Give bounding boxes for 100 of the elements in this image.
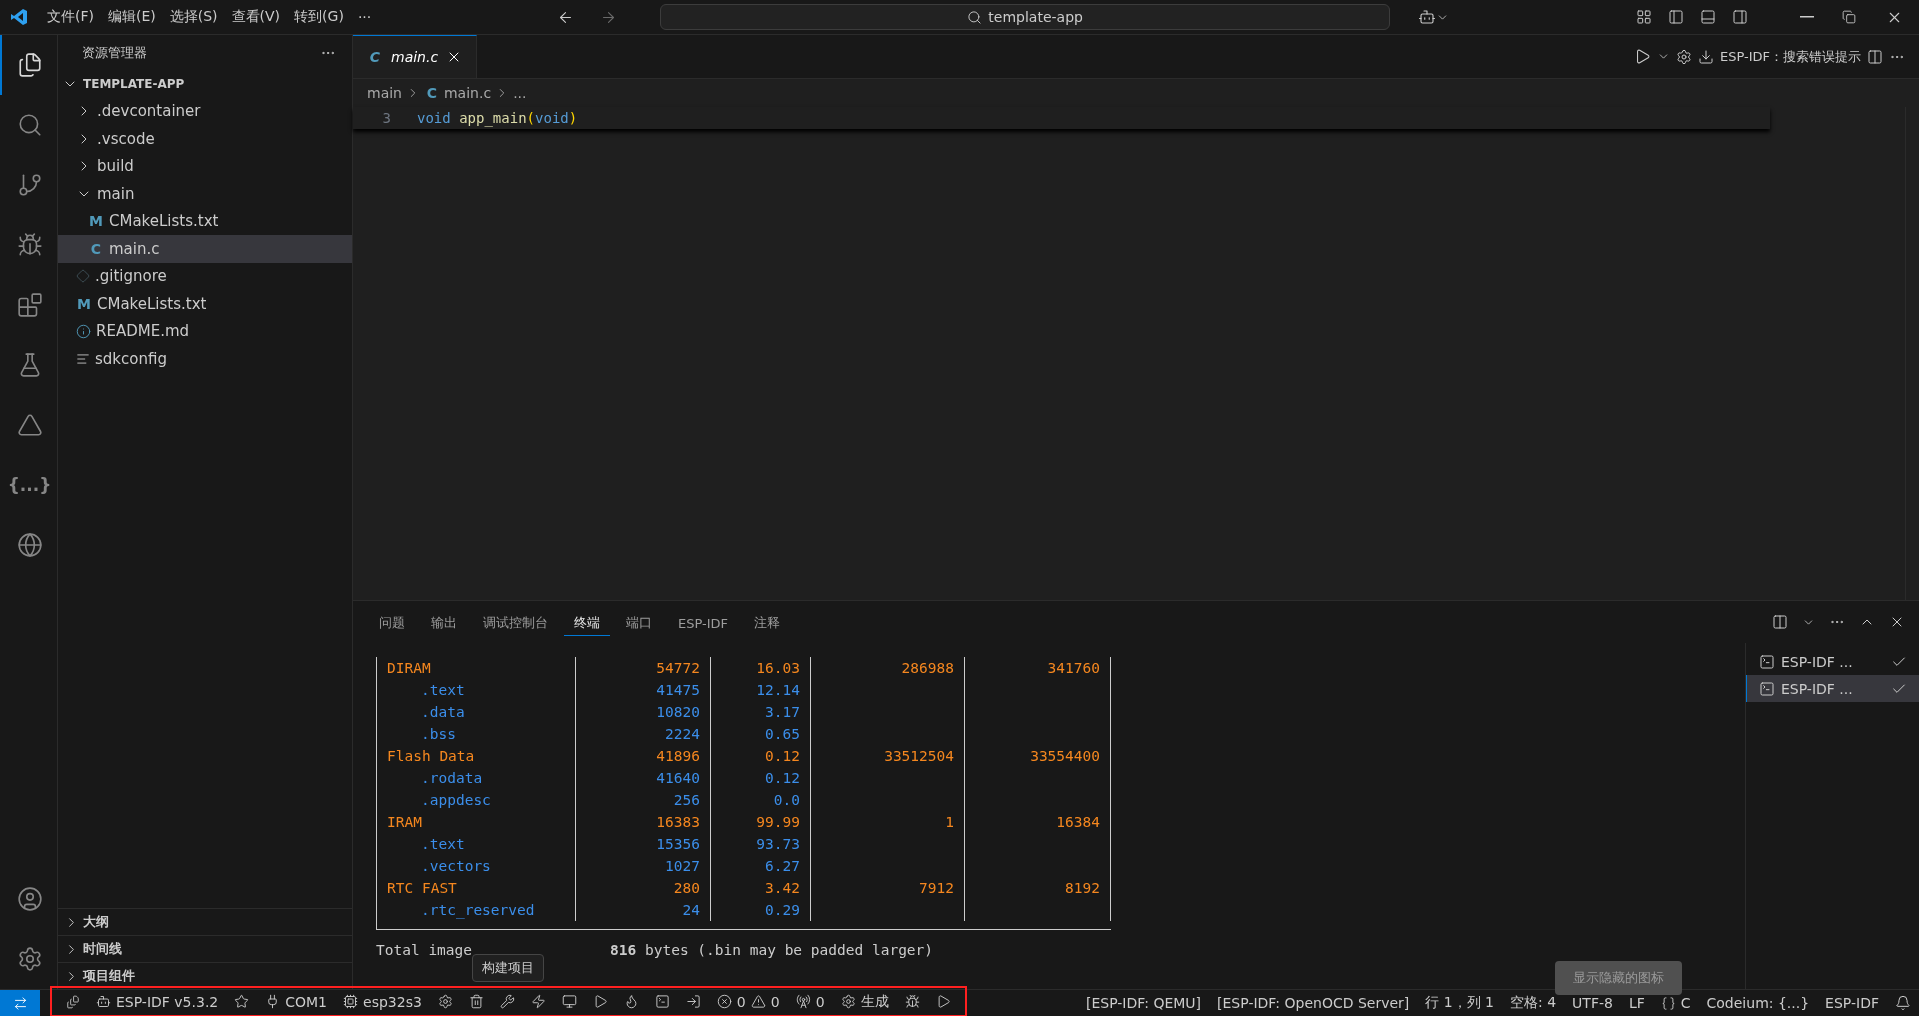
robot-icon (96, 994, 111, 1009)
tree-item[interactable]: M CMakeLists.txt (58, 290, 352, 318)
lightning-icon (530, 994, 546, 1009)
section-header[interactable]: 时间线 (58, 935, 352, 962)
diamond-icon (76, 269, 90, 284)
panel-tab[interactable]: ESP-IDF (668, 609, 739, 635)
monitor-icon (561, 994, 577, 1009)
tree-item[interactable]: M CMakeLists.txt (58, 207, 352, 235)
file-type-icon: M (76, 295, 92, 312)
panel-tab[interactable]: 端口 (616, 608, 662, 636)
globe-icon (16, 532, 43, 558)
panel-tab[interactable]: 问题 (369, 608, 415, 636)
more-menu[interactable]: ··· (350, 5, 379, 29)
restore-icon (1842, 10, 1856, 24)
generate-button[interactable]: 生成 (832, 988, 897, 1015)
table-text: 0.29 (765, 902, 800, 918)
table-text: 93.73 (756, 836, 800, 852)
search-field[interactable]: template-app (660, 4, 1391, 30)
menu-item[interactable]: 查看(V) (224, 4, 288, 30)
panel-left-icon (1668, 9, 1684, 25)
remote-icon (12, 995, 28, 1011)
table-text: DIRAM (387, 660, 431, 676)
table-text: 16.03 (756, 660, 800, 676)
tree-item[interactable]: build (58, 152, 352, 180)
activity-button[interactable]: {...} (0, 455, 58, 515)
pages-icon (66, 994, 80, 1009)
star-icon (234, 994, 250, 1009)
tree-item[interactable]: .gitignore (58, 262, 352, 290)
table-text: 8192 (1065, 880, 1100, 896)
table-text: 0.0 (773, 792, 800, 808)
table-text: 3.42 (765, 880, 800, 896)
menu-item[interactable]: 选择(S) (162, 4, 225, 30)
editor-tab[interactable]: C main.c (353, 35, 478, 78)
table-text: 0.65 (765, 726, 800, 742)
flame-icon (623, 994, 639, 1009)
idf-version-button[interactable]: ESP-IDF v5.3.2 (88, 988, 227, 1015)
panel-tab[interactable]: 输出 (421, 608, 467, 636)
panel-tab[interactable]: 注释 (744, 608, 791, 636)
table-text: 41475 (656, 682, 700, 698)
split-editor-icon[interactable] (1867, 48, 1883, 65)
braces-icon (1660, 995, 1676, 1011)
panel-tab[interactable]: 终端 (564, 608, 610, 636)
table-text: 280 (673, 880, 700, 896)
tree-item[interactable]: .vscode (58, 125, 352, 153)
table-text: 7912 (919, 880, 954, 896)
status-item[interactable]: ESP-IDF (1817, 990, 1887, 1016)
status-item[interactable]: 行 1，列 1 (1417, 990, 1502, 1016)
tree-item[interactable]: .devcontainer (58, 97, 352, 125)
tooltip: 构建项目 (471, 954, 544, 982)
breadcrumb-item[interactable]: ... (513, 85, 527, 101)
table-text: 16384 (1056, 814, 1100, 830)
terminal-text: Total image (376, 942, 473, 958)
line-number: 3 (381, 110, 392, 126)
terminal-text: 816 bytes (.bin may be padded larger) (610, 942, 934, 958)
table-text: 16383 (656, 814, 700, 830)
menu-item[interactable]: 转到(G) (287, 4, 351, 30)
table-text: 6.27 (765, 858, 800, 874)
warning-icon (750, 994, 766, 1009)
table-text: 33512504 (884, 748, 954, 764)
terminal-item[interactable]: ESP-IDF ... (1746, 648, 1919, 675)
target-button[interactable]: esp32s3 (335, 988, 430, 1015)
files-icon (16, 52, 43, 78)
search-errors-label[interactable]: ESP-IDF：搜索错误提示 (1719, 47, 1861, 66)
problems-button[interactable]: 0 0 (708, 988, 788, 1015)
table-text: 12.14 (756, 682, 800, 698)
tree-root[interactable]: TEMPLATE-APP (58, 70, 352, 98)
source-control-icon (16, 172, 43, 198)
minimize-icon (1800, 16, 1814, 18)
remote-button[interactable] (0, 990, 40, 1016)
menu-item[interactable]: 编辑(E) (101, 4, 163, 30)
breadcrumb-item[interactable]: main.c (444, 85, 492, 101)
panel-tab[interactable]: 调试控制台 (473, 608, 558, 636)
play-icon (592, 994, 608, 1009)
gear-icon[interactable] (1675, 48, 1692, 65)
account-icon (16, 886, 43, 912)
sidebar-title: 资源管理器 (82, 43, 147, 62)
table-text: .text (421, 836, 465, 852)
table-text: .rtc_reserved (421, 902, 535, 918)
tree-item[interactable]: sdkconfig (58, 345, 352, 373)
terminal-item[interactable]: ESP-IDF ... (1746, 675, 1919, 702)
menu-item[interactable]: 文件(F) (40, 4, 101, 30)
antenna-icon (795, 994, 811, 1009)
file-type-icon: C (424, 85, 440, 101)
table-text: .text (421, 682, 465, 698)
tree-item[interactable]: README.md (58, 317, 352, 345)
table-text: 286988 (901, 660, 954, 676)
play-icon (935, 994, 951, 1009)
tree-item[interactable]: main (58, 180, 352, 208)
download-icon[interactable] (1697, 48, 1714, 65)
ports-button[interactable]: 0 (787, 988, 833, 1015)
section-header[interactable]: 大纲 (58, 908, 352, 935)
status-item[interactable]: [ESP-IDF: QEMU] (1078, 990, 1210, 1016)
port-button[interactable]: COM1 (257, 988, 336, 1015)
table-text: 1 (945, 814, 954, 830)
status-item[interactable]: Codeium: {...} (1698, 990, 1818, 1016)
extensions-icon (16, 292, 43, 318)
tree-item[interactable]: C main.c (58, 235, 352, 263)
split-terminal-icon[interactable] (1772, 614, 1788, 630)
breadcrumb-item[interactable]: main (367, 85, 402, 101)
status-item[interactable]: [ESP-IDF: OpenOCD Server] (1209, 990, 1418, 1016)
